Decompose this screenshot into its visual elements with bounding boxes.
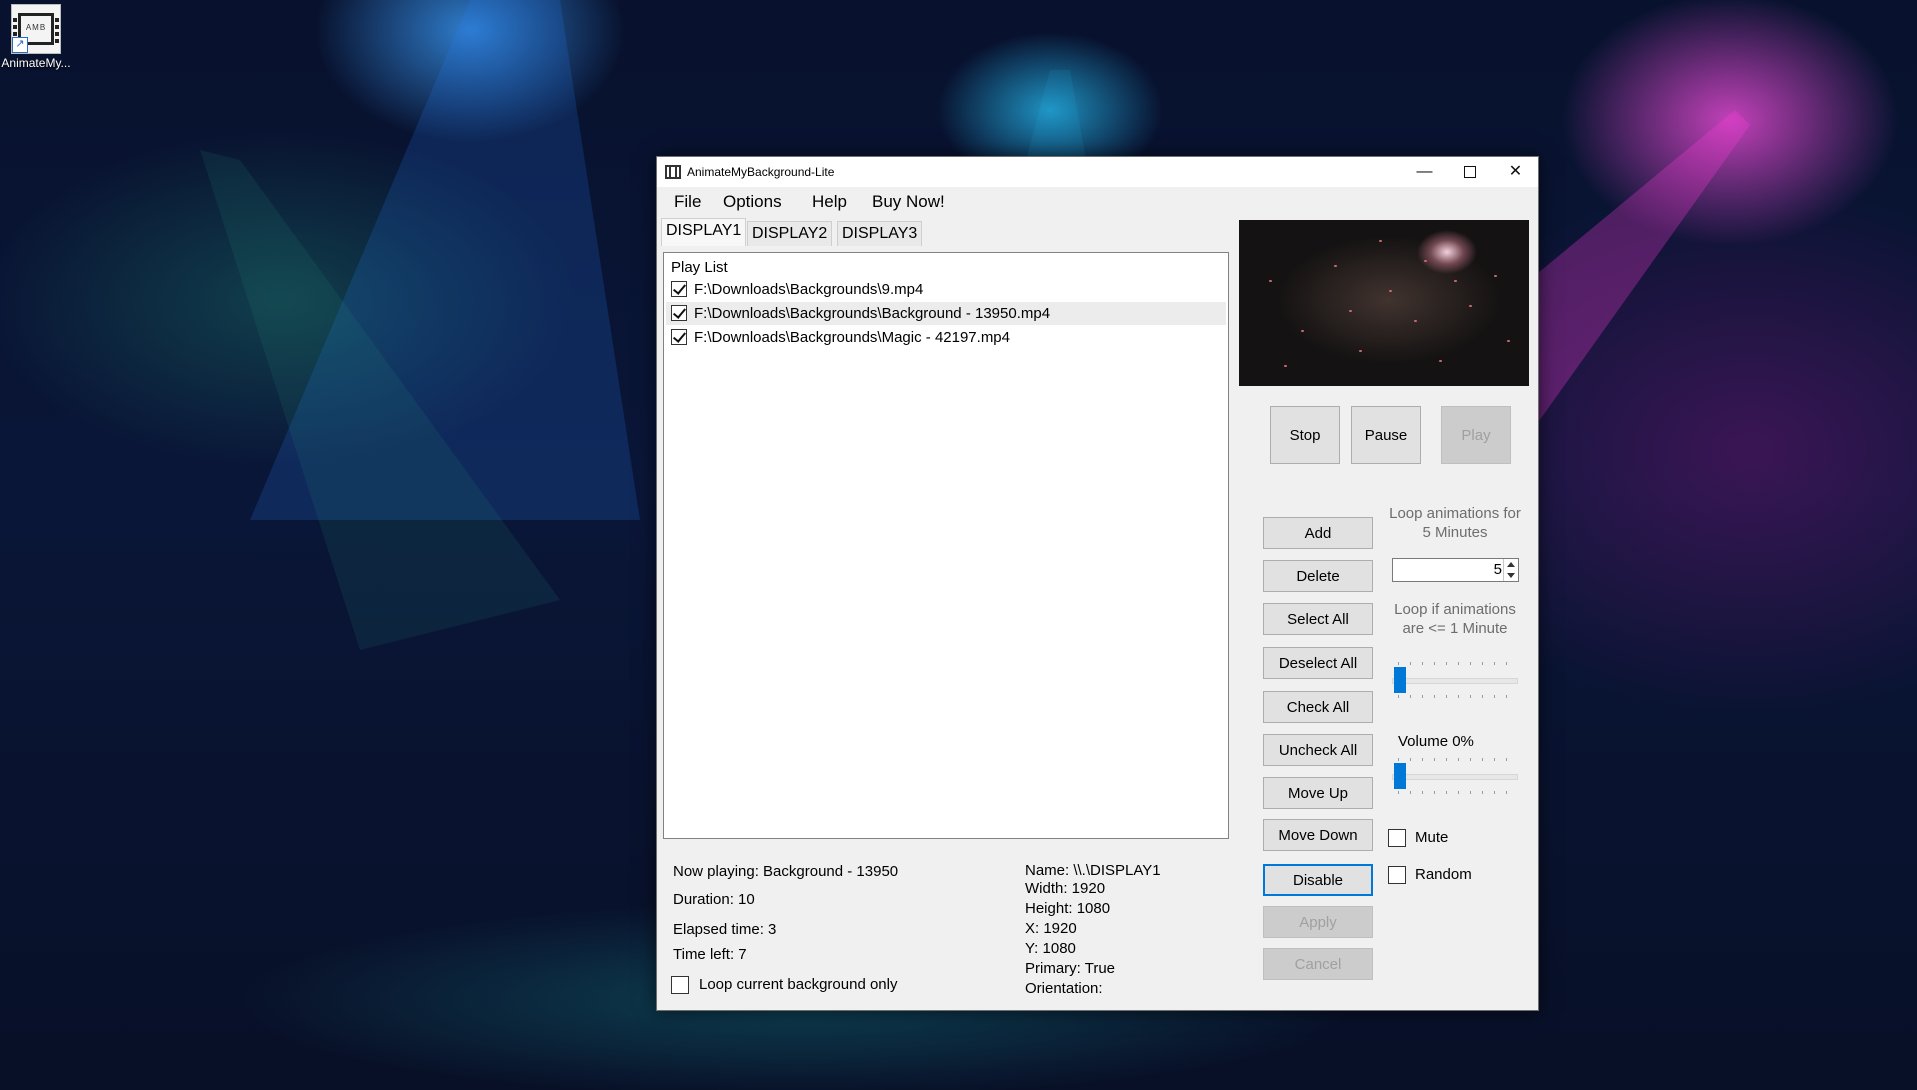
display-orientation-text: Orientation: (1025, 980, 1103, 997)
app-window: AnimateMyBackground-Lite — ✕ File Option… (656, 156, 1539, 1011)
volume-slider-thumb[interactable] (1394, 763, 1406, 789)
loop-for-label-line1: Loop animations for (1389, 505, 1521, 522)
deselect-all-button[interactable]: Deselect All (1263, 647, 1373, 679)
desktop-icon-label: AnimateMy... (1, 56, 71, 70)
spinner-up-icon[interactable] (1507, 562, 1515, 567)
display-y-text: Y: 1080 (1025, 940, 1076, 957)
move-down-button[interactable]: Move Down (1263, 819, 1373, 851)
app-film-icon (665, 165, 681, 179)
mute-checkbox[interactable] (1388, 829, 1406, 847)
random-checkbox[interactable] (1388, 866, 1406, 884)
playlist-header: Play List (671, 259, 728, 276)
apply-button[interactable]: Apply (1263, 906, 1373, 938)
loop-if-slider-thumb[interactable] (1394, 667, 1406, 693)
pause-button[interactable]: Pause (1351, 406, 1421, 464)
duration-text: Duration: 10 (673, 891, 755, 908)
playlist-item-checkbox[interactable] (671, 281, 687, 297)
display-x-text: X: 1920 (1025, 920, 1077, 937)
playlist-item-checkbox[interactable] (671, 329, 687, 345)
close-button[interactable]: ✕ (1493, 157, 1538, 187)
playlist-item[interactable]: F:\Downloads\Backgrounds\Magic - 42197.m… (666, 326, 1226, 349)
maximize-button[interactable] (1447, 157, 1492, 187)
minimize-button[interactable]: — (1402, 157, 1447, 187)
playlist-item[interactable]: F:\Downloads\Backgrounds\9.mp4 (666, 278, 1226, 301)
playlist-box[interactable]: Play List F:\Downloads\Backgrounds\9.mp4… (663, 252, 1229, 839)
tab-display1[interactable]: DISPLAY1 (661, 218, 747, 246)
tab-display2[interactable]: DISPLAY2 (747, 221, 833, 246)
mute-label: Mute (1415, 829, 1449, 846)
add-button[interactable]: Add (1263, 517, 1373, 549)
display-width-text: Width: 1920 (1025, 880, 1106, 897)
tab-display3[interactable]: DISPLAY3 (837, 221, 923, 246)
playlist-item-path: F:\Downloads\Backgrounds\9.mp4 (694, 281, 924, 298)
spinner-arrows[interactable] (1503, 559, 1518, 581)
film-strip-icon: AMB ↗ (11, 4, 61, 54)
spinner-down-icon[interactable] (1507, 573, 1515, 578)
cancel-button[interactable]: Cancel (1263, 948, 1373, 980)
loop-if-label-line1: Loop if animations (1394, 601, 1516, 618)
playlist-item-path: F:\Downloads\Backgrounds\Background - 13… (694, 305, 1051, 322)
volume-slider[interactable] (1392, 758, 1518, 794)
menu-bar: File Options Help Buy Now! (657, 187, 1538, 215)
loop-minutes-value: 5 (1493, 561, 1502, 578)
shortcut-arrow-icon: ↗ (12, 37, 28, 53)
loop-current-checkbox[interactable] (671, 976, 689, 994)
menu-file[interactable]: File (674, 192, 701, 212)
play-button[interactable]: Play (1441, 406, 1511, 464)
random-label: Random (1415, 866, 1472, 883)
loop-minutes-spinner[interactable]: 5 (1392, 558, 1519, 582)
window-title: AnimateMyBackground-Lite (687, 165, 835, 179)
playlist-item-checkbox[interactable] (671, 305, 687, 321)
menu-options[interactable]: Options (723, 192, 782, 212)
loop-if-slider[interactable] (1392, 662, 1518, 698)
delete-button[interactable]: Delete (1263, 560, 1373, 592)
loop-if-label: Loop if animations are <= 1 Minute (1380, 600, 1530, 638)
display-name-text: Name: \\.\DISPLAY1 (1025, 862, 1161, 879)
loop-for-label: Loop animations for 5 Minutes (1380, 504, 1530, 542)
video-preview (1239, 220, 1529, 386)
elapsed-time-text: Elapsed time: 3 (673, 921, 777, 938)
menu-help[interactable]: Help (812, 192, 847, 212)
select-all-button[interactable]: Select All (1263, 603, 1373, 635)
time-left-text: Time left: 7 (673, 946, 747, 963)
maximize-icon (1463, 165, 1476, 178)
display-primary-text: Primary: True (1025, 960, 1116, 977)
title-bar[interactable]: AnimateMyBackground-Lite — ✕ (657, 157, 1538, 187)
check-all-button[interactable]: Check All (1263, 691, 1373, 723)
playlist-item-path: F:\Downloads\Backgrounds\Magic - 42197.m… (694, 329, 1010, 346)
display-height-text: Height: 1080 (1025, 900, 1111, 917)
playlist-item[interactable]: F:\Downloads\Backgrounds\Background - 13… (666, 302, 1226, 325)
volume-label: Volume 0% (1398, 733, 1474, 750)
stop-button[interactable]: Stop (1270, 406, 1340, 464)
loop-for-label-line2: 5 Minutes (1422, 524, 1488, 541)
menu-buy-now[interactable]: Buy Now! (872, 192, 945, 212)
now-playing-text: Now playing: Background - 13950 (673, 863, 899, 880)
uncheck-all-button[interactable]: Uncheck All (1263, 734, 1373, 766)
desktop-shortcut-animatemybackground[interactable]: AMB ↗ AnimateMy... (0, 4, 72, 70)
loop-current-label: Loop current background only (699, 976, 898, 993)
loop-if-label-line2: are <= 1 Minute (1402, 620, 1508, 637)
move-up-button[interactable]: Move Up (1263, 777, 1373, 809)
disable-button[interactable]: Disable (1263, 864, 1373, 896)
